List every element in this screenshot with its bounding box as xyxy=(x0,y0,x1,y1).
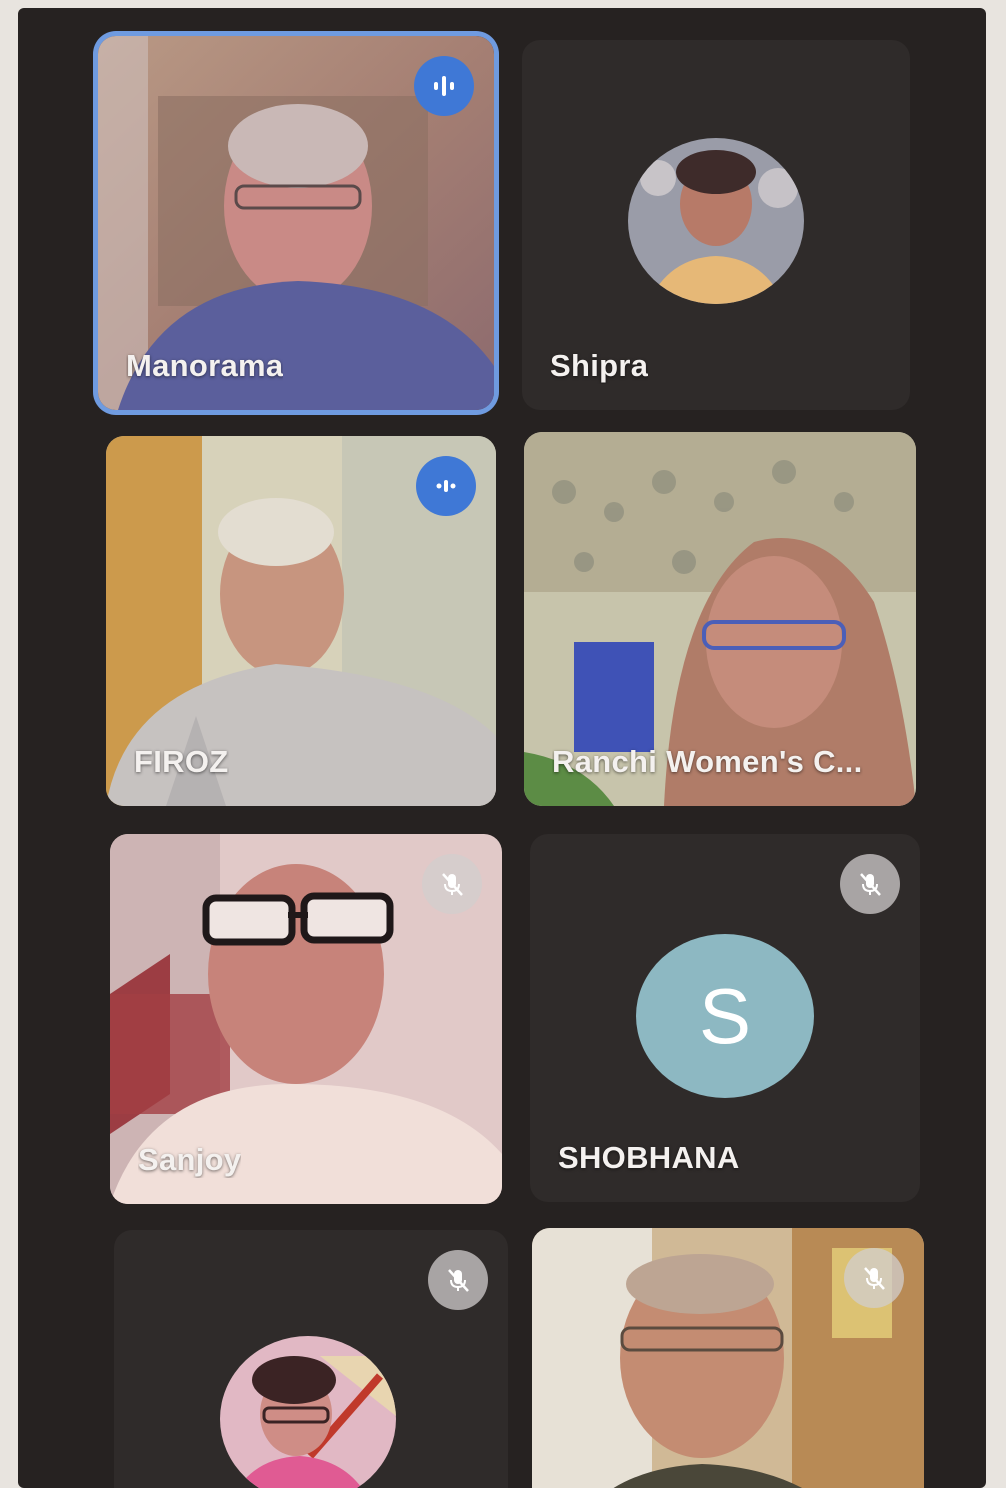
participant-name: Sanjoy xyxy=(138,1142,242,1177)
participant-name: Manorama xyxy=(126,348,284,383)
participant-name: Ranchi Women's C... xyxy=(552,744,863,779)
mic-off-icon xyxy=(428,1250,488,1310)
participant-tile[interactable] xyxy=(532,1228,924,1488)
participant-tile-firoz[interactable]: FIROZ xyxy=(106,436,496,806)
speaking-indicator-icon xyxy=(416,456,476,516)
mic-off-icon xyxy=(422,854,482,914)
mic-off-icon xyxy=(840,854,900,914)
participant-avatar: S xyxy=(636,934,814,1098)
participant-avatar xyxy=(628,138,804,304)
mic-off-icon xyxy=(844,1248,904,1308)
participant-tile-ranchi-womens-college[interactable]: Ranchi Women's C... xyxy=(524,432,916,806)
participant-name: FIROZ xyxy=(134,744,229,779)
participant-tile-shobhana[interactable]: S SHOBHANA xyxy=(530,834,920,1202)
participant-tile[interactable] xyxy=(114,1230,508,1488)
participant-name: SHOBHANA xyxy=(558,1140,740,1175)
participant-avatar xyxy=(220,1336,396,1488)
participant-tile-manorama[interactable]: Manorama xyxy=(98,36,494,410)
participant-tile-sanjoy[interactable]: Sanjoy xyxy=(110,834,502,1204)
avatar-letter: S xyxy=(698,971,752,1060)
participant-name: Shipra xyxy=(550,348,649,383)
participant-tile-shipra[interactable]: Shipra xyxy=(522,40,910,410)
meeting-participant-grid: Manorama Shipra FIROZ Ranchi Women's C..… xyxy=(18,8,986,1488)
speaking-indicator-icon xyxy=(414,56,474,116)
